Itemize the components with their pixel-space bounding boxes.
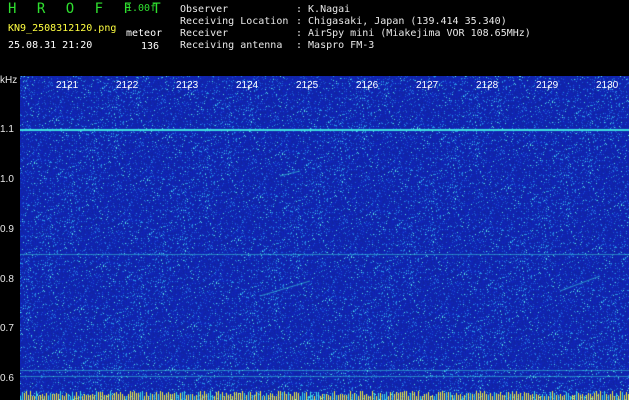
- time-label-2122: 2122: [116, 80, 139, 91]
- location-label: Receiving Location: [180, 16, 289, 27]
- time-label-2130: 2130: [596, 80, 619, 91]
- time-label-2127: 2127: [416, 80, 439, 91]
- mode-label: meteor: [126, 28, 163, 39]
- header-panel: H R O F F T 1.00f KN9_2508312120.png met…: [0, 0, 629, 76]
- y-label-0-9: 0.9: [0, 224, 14, 235]
- location-value: : Chigasaki, Japan (139.414 35.340): [296, 16, 507, 27]
- observer-label: Observer: [180, 4, 229, 15]
- y-label-1-1: 1.1: [0, 124, 14, 135]
- receiver-value: : AirSpy mini (Miakejima VOR 108.65MHz): [296, 28, 531, 39]
- time-label-2125: 2125: [296, 80, 319, 91]
- time-label-2124: 2124: [236, 80, 259, 91]
- antenna-value: : Maspro FM-3: [296, 40, 375, 51]
- time-label-2128: 2128: [476, 80, 499, 91]
- observer-value: : K.Nagai: [296, 4, 351, 15]
- axis-unit-label: kHz: [0, 75, 18, 86]
- time-label-2121: 2121: [56, 80, 79, 91]
- antenna-label: Receiving antenna: [180, 40, 283, 51]
- y-label-0-7: 0.7: [0, 323, 14, 334]
- receiver-label: Receiver: [180, 28, 229, 39]
- y-label-0-8: 0.8: [0, 274, 14, 285]
- y-label-0-6: 0.6: [0, 373, 14, 384]
- file-name: KN9_2508312120.png: [8, 23, 117, 34]
- app-version: 1.00f: [126, 3, 157, 14]
- y-label-1-0: 1.0: [0, 174, 14, 185]
- timestamp: 25.08.31 21:20: [8, 40, 93, 51]
- time-label-2123: 2123: [176, 80, 199, 91]
- count-value: 136: [141, 41, 160, 52]
- spectrogram-waterfall: [20, 76, 629, 400]
- time-label-2126: 2126: [356, 80, 379, 91]
- time-label-2129: 2129: [536, 80, 559, 91]
